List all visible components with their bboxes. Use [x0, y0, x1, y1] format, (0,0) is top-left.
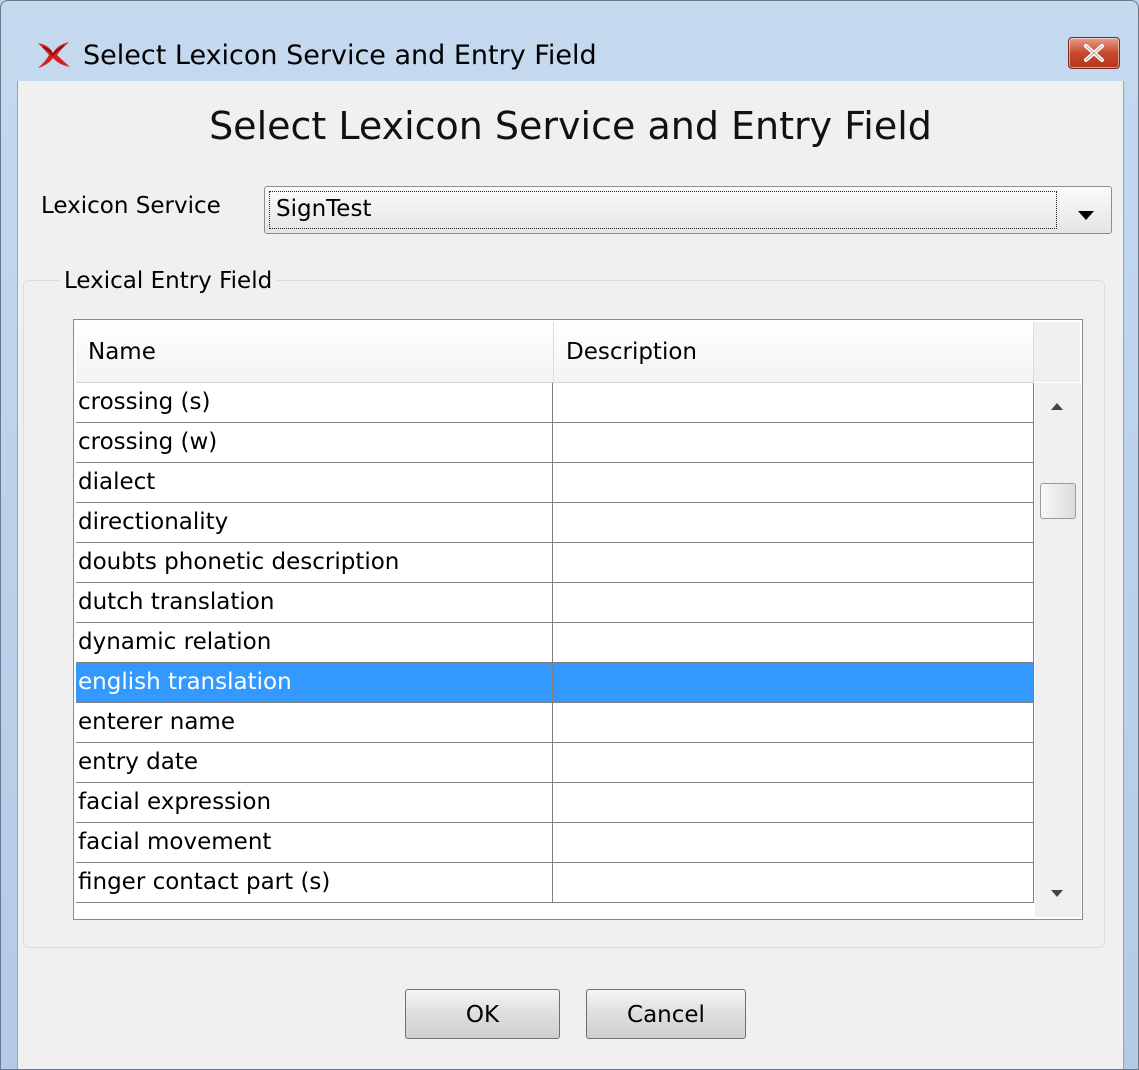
table-row[interactable]: entry date: [76, 743, 1034, 783]
vertical-scrollbar[interactable]: [1035, 383, 1081, 917]
cell-description: [554, 783, 1034, 823]
cell-name: crossing (w): [76, 423, 553, 463]
scroll-thumb[interactable]: [1040, 483, 1076, 519]
cell-description: [554, 503, 1034, 543]
chevron-down-icon[interactable]: [1078, 206, 1094, 225]
cell-name: finger contact part (s): [76, 863, 553, 903]
cell-name: dialect: [76, 463, 553, 503]
table-header-corner: [1034, 322, 1080, 382]
cancel-button[interactable]: Cancel: [586, 989, 746, 1039]
table-row[interactable]: finger contact part (s): [76, 863, 1034, 903]
dialog-window: Select Lexicon Service and Entry Field S…: [0, 0, 1139, 1070]
title-bar[interactable]: Select Lexicon Service and Entry Field: [1, 1, 1138, 81]
table-row[interactable]: enterer name: [76, 703, 1034, 743]
table-row[interactable]: facial movement: [76, 823, 1034, 863]
table-header: Name Description: [76, 322, 1034, 383]
cell-name: facial movement: [76, 823, 553, 863]
table-row[interactable]: dynamic relation: [76, 623, 1034, 663]
close-icon: [1084, 44, 1104, 62]
cell-description: [554, 743, 1034, 783]
cell-name: crossing (s): [76, 383, 553, 423]
table-row[interactable]: directionality: [76, 503, 1034, 543]
app-logo-icon: [35, 39, 73, 71]
cell-name: english translation: [76, 663, 553, 703]
lexicon-service-value: SignTest: [276, 196, 372, 222]
cell-description: [554, 543, 1034, 583]
cell-description: [554, 823, 1034, 863]
cell-name: dutch translation: [76, 583, 553, 623]
lexicon-service-dropdown[interactable]: SignTest: [264, 186, 1112, 234]
cell-name: enterer name: [76, 703, 553, 743]
table-row-selected[interactable]: english translation: [76, 663, 1034, 703]
cell-description: [554, 423, 1034, 463]
table-row[interactable]: doubts phonetic description: [76, 543, 1034, 583]
cell-name: directionality: [76, 503, 553, 543]
table-row[interactable]: dialect: [76, 463, 1034, 503]
lexicon-service-label: Lexicon Service: [41, 193, 221, 219]
dialog-content: Select Lexicon Service and Entry Field L…: [17, 81, 1124, 1069]
cell-description: [554, 863, 1034, 903]
entry-field-table: Name Description crossing (s) crossing (…: [73, 319, 1083, 920]
scroll-up-arrow-icon: [1051, 403, 1063, 410]
cell-name: doubts phonetic description: [76, 543, 553, 583]
cell-description: [554, 383, 1034, 423]
close-button[interactable]: [1068, 37, 1120, 69]
window-title: Select Lexicon Service and Entry Field: [83, 40, 597, 71]
column-header-name[interactable]: Name: [76, 322, 554, 382]
cell-name: entry date: [76, 743, 553, 783]
scroll-up-button[interactable]: [1035, 383, 1081, 429]
table-row[interactable]: facial expression: [76, 783, 1034, 823]
lexicon-service-focus-box: SignTest: [269, 191, 1057, 229]
dialog-heading: Select Lexicon Service and Entry Field: [209, 104, 932, 148]
cell-description: [554, 623, 1034, 663]
table-row[interactable]: crossing (w): [76, 423, 1034, 463]
cell-name: dynamic relation: [76, 623, 553, 663]
cell-description: [554, 463, 1034, 503]
column-header-description[interactable]: Description: [554, 322, 1034, 382]
ok-button[interactable]: OK: [405, 989, 560, 1039]
cell-description: [554, 703, 1034, 743]
table-body: crossing (s) crossing (w) dialect direct…: [76, 383, 1034, 903]
cell-description: [554, 663, 1034, 703]
lexical-entry-field-title: Lexical Entry Field: [60, 266, 277, 296]
table-row[interactable]: crossing (s): [76, 383, 1034, 423]
cell-name: facial expression: [76, 783, 553, 823]
scroll-down-arrow-icon: [1051, 890, 1063, 897]
table-row[interactable]: dutch translation: [76, 583, 1034, 623]
scroll-down-button[interactable]: [1035, 871, 1081, 917]
cell-description: [554, 583, 1034, 623]
